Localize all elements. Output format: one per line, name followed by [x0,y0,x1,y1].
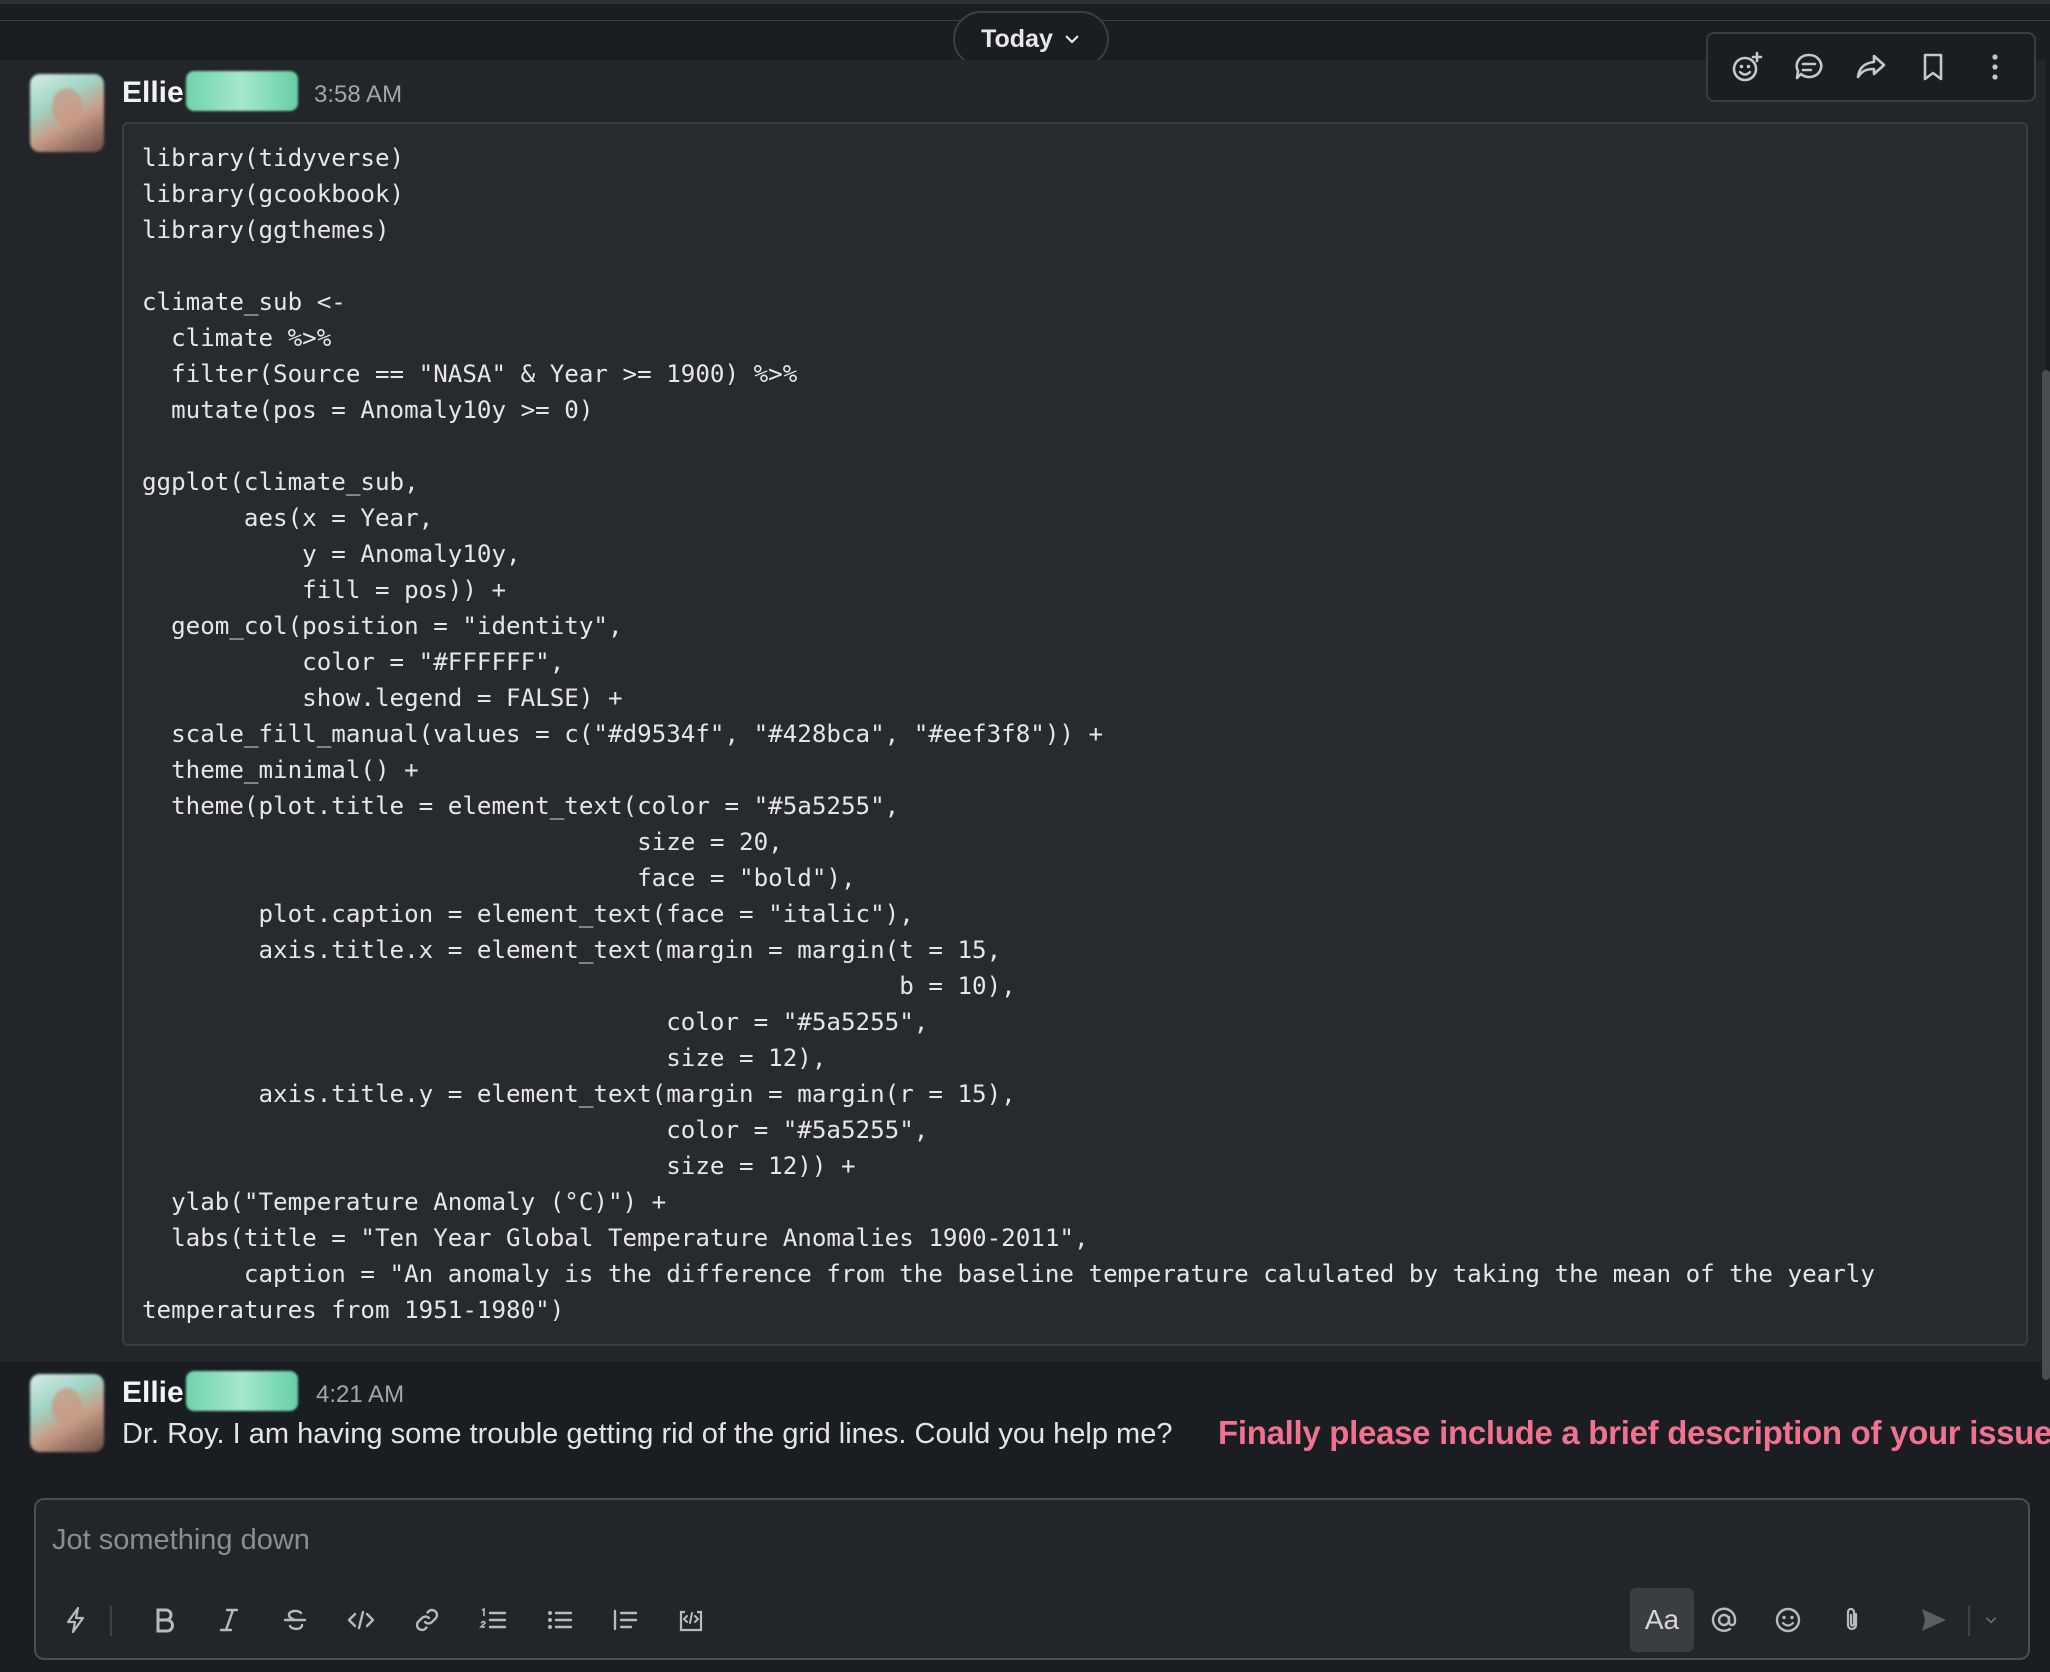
code-icon [347,1610,375,1630]
code-block: library(tidyverse) library(gcookbook) libr… [122,122,2028,1346]
code-line: climate %>% [142,324,332,352]
code-line: aes(x = Year, [142,504,434,532]
ordered-list-icon [479,1607,507,1629]
send-button[interactable] [1908,1594,1960,1646]
code-line: climate_sub <- [142,288,346,316]
share-button[interactable] [1847,43,1895,91]
attachment-button[interactable] [1826,1594,1878,1646]
shortcuts-icon [66,1606,85,1634]
send-options-button[interactable] [1974,1594,2008,1646]
toolbar-divider [1968,1606,1970,1636]
bulleted-list-icon [548,1611,573,1629]
code-line: plot.caption = element_text(face = "ital… [142,900,914,928]
add-reaction-icon [1732,51,1763,82]
code-line: library(gcookbook) [142,180,405,208]
code-line: axis.title.x = element_text(margin = mar… [142,936,1002,964]
code-block-icon [679,1610,703,1632]
reply-in-thread-button[interactable] [1785,43,1833,91]
add-reaction-button[interactable] [1723,43,1771,91]
bookmark-icon [1923,53,1943,81]
message-input[interactable] [36,1500,2028,1580]
code-line: labs(title = "Ten Year Global Temperatur… [142,1224,1089,1252]
bookmark-button[interactable] [1909,43,1957,91]
mention-button[interactable] [1698,1594,1750,1646]
code-line: ggplot(climate_sub, [142,468,419,496]
code-line: theme(plot.title = element_text(color = … [142,792,900,820]
link-icon [415,1608,439,1632]
emoji-icon [1775,1607,1801,1633]
message-actions-toolbar [1706,32,2036,102]
attachment-icon [1846,1607,1858,1631]
code-line: fill = pos)) + [142,576,507,604]
date-filter-label: Today [981,24,1053,53]
share-icon [1856,54,1886,79]
message-timestamp[interactable]: 4:21 AM [316,1381,404,1409]
code-line: size = 12)) + [142,1152,856,1180]
italic-button[interactable] [203,1594,255,1646]
shortcuts-button[interactable] [50,1594,102,1646]
send-options-chevron-icon [1986,1617,1996,1624]
more-actions-button[interactable] [1971,43,2019,91]
code-line: color = "#FFFFFF", [142,648,565,676]
ordered-list-button[interactable] [467,1594,519,1646]
window-top-border [0,0,2050,4]
code-line: geom_col(position = "identity", [142,612,623,640]
instruction-annotation: Finally please include a brief descripti… [1218,1414,2050,1451]
code-line: face = "bold"), [142,864,856,892]
formatting-toolbar: Aa [36,1586,2028,1656]
code-line: caption = "An anomaly is the difference … [142,1260,1875,1288]
code-line: filter(Source == "NASA" & Year >= 1900) … [142,360,798,388]
formatting-toggle-button[interactable]: Aa [1630,1588,1694,1652]
code-line: ylab("Temperature Anomaly (°C)") + [142,1188,667,1216]
code-line: scale_fill_manual(values = c("#d9534f", … [142,720,1104,748]
code-line: b = 10), [142,972,1016,1000]
code-line: show.legend = FALSE) + [142,684,623,712]
blockquote-icon [613,1609,638,1631]
avatar[interactable] [30,74,104,152]
message-composer: Aa [34,1498,2030,1660]
code-line: color = "#5a5255", [142,1008,929,1036]
bulleted-list-button[interactable] [533,1594,585,1646]
code-button[interactable] [335,1594,387,1646]
bold-icon [156,1608,174,1633]
code-line: library(ggthemes) [142,216,390,244]
chevron-down-icon [1065,35,1079,44]
user-status-badge [186,71,298,111]
send-icon [1922,1609,1946,1631]
strikethrough-button[interactable] [269,1594,321,1646]
code-line: y = Anomaly10y, [142,540,521,568]
avatar[interactable] [30,1374,104,1452]
message-text: Dr. Roy. I am having some trouble gettin… [122,1418,1173,1450]
message-username[interactable]: Ellie [122,76,184,110]
code-line: size = 20, [142,828,783,856]
blockquote-button[interactable] [599,1594,651,1646]
emoji-button[interactable] [1762,1594,1814,1646]
code-block-button[interactable] [665,1594,717,1646]
reply-in-thread-icon [1795,53,1823,80]
code-line: theme_minimal() + [142,756,419,784]
link-button[interactable] [401,1594,453,1646]
more-actions-icon [1992,54,1998,80]
bold-button[interactable] [138,1594,190,1646]
message-timestamp[interactable]: 3:58 AM [314,81,402,109]
scrollbar[interactable] [2042,370,2050,1380]
italic-icon [219,1608,239,1632]
code-line: size = 12), [142,1044,827,1072]
code-line: library(tidyverse) [142,144,405,172]
user-status-badge [186,1371,298,1411]
toolbar-divider [110,1606,112,1636]
message-username[interactable]: Ellie [122,1376,184,1410]
strikethrough-icon [283,1609,307,1631]
mention-icon [1711,1607,1737,1632]
date-filter-button[interactable]: Today [953,11,1109,67]
code-line: axis.title.y = element_text(margin = mar… [142,1080,1016,1108]
code-line: color = "#5a5255", [142,1116,929,1144]
code-line: mutate(pos = Anomaly10y >= 0) [142,396,594,424]
code-line: temperatures from 1951-1980") [142,1296,565,1324]
